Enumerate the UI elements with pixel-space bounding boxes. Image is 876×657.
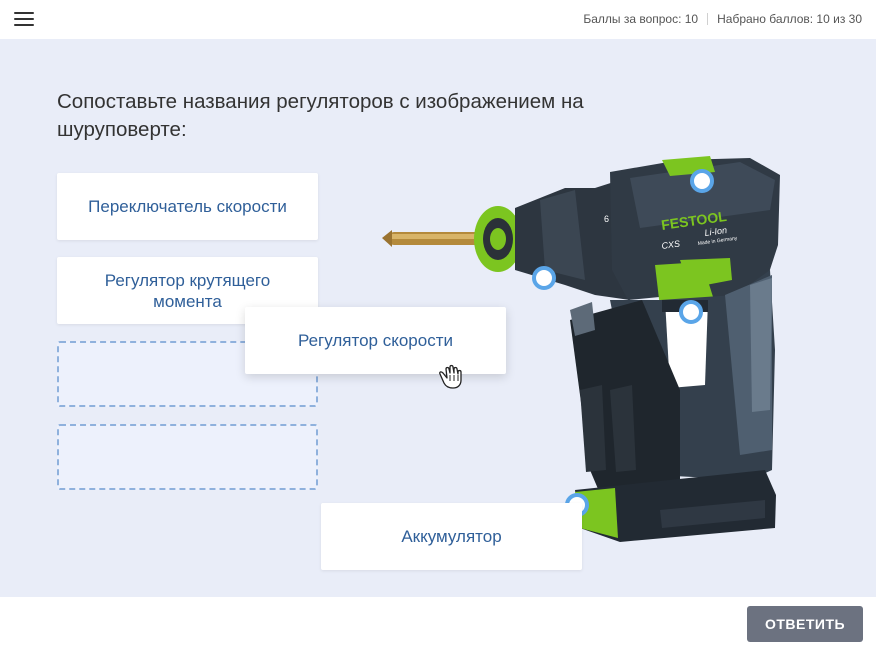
answer-card-battery[interactable]: Аккумулятор	[321, 503, 582, 570]
top-bar: Баллы за вопрос: 10 Набрано баллов: 10 и…	[0, 0, 876, 39]
submit-button[interactable]: ОТВЕТИТЬ	[747, 606, 863, 642]
footer-bar	[0, 597, 876, 657]
hotspot-chuck[interactable]	[532, 266, 556, 290]
drill-chuck-mark: 6	[604, 214, 609, 224]
answer-card-speed-regulator[interactable]: Регулятор скорости	[245, 307, 506, 374]
answer-card-label: Регулятор крутящего момента	[104, 270, 271, 311]
total-score: Набрано баллов: 10 из 30	[717, 12, 862, 26]
hamburger-menu-icon[interactable]	[14, 12, 36, 28]
hotspot-top[interactable]	[690, 169, 714, 193]
answer-card-speed-switch[interactable]: Переключатель скорости	[57, 173, 318, 240]
grab-cursor-icon	[439, 364, 462, 389]
hotspot-trigger[interactable]	[679, 300, 703, 324]
drop-slot-4[interactable]	[57, 424, 318, 490]
answer-card-label: Переключатель скорости	[88, 197, 287, 216]
answer-card-label: Аккумулятор	[401, 527, 502, 546]
question-text: Сопоставьте названия регуляторов с изобр…	[57, 90, 584, 141]
score-divider	[707, 13, 709, 25]
points-per-question: Баллы за вопрос: 10	[583, 12, 699, 26]
answer-card-label: Регулятор скорости	[297, 331, 453, 350]
score-info: Баллы за вопрос: 10 Набрано баллов: 10 и…	[583, 12, 862, 26]
